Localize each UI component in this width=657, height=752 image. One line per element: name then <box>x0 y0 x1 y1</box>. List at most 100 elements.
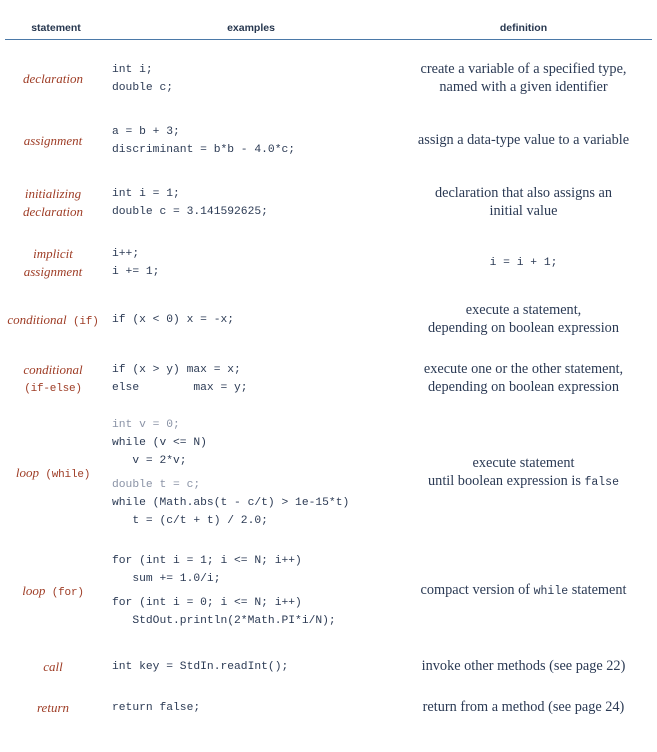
statement-code-token: (for) <box>45 586 84 599</box>
code-line: t = (c/t + t) / 2.0; <box>112 515 268 527</box>
examples-code-assignment: a = b + 3; discriminant = b*b - 4.0*c; <box>112 123 390 159</box>
examples-code-initializing-declaration: int i = 1; double c = 3.141592625; <box>112 185 390 221</box>
code-line: i += 1; <box>112 266 160 278</box>
examples-code-conditional-if: if (x < 0) x = -x; <box>112 311 390 329</box>
code-line: else max = y; <box>112 382 248 394</box>
examples-code-call: int key = StdIn.readInt(); <box>112 658 390 676</box>
code-line: double c = 3.141592625; <box>112 206 268 218</box>
code-line: StdOut.println(2*Math.PI*i/N); <box>112 615 336 627</box>
statement-code-token: (if) <box>66 315 99 328</box>
table-row: declaration int i; double c; create a varia… <box>0 48 657 110</box>
definition-code-token: while <box>533 585 569 599</box>
table-row: initializing declaration int i = 1; double … <box>0 172 657 234</box>
statement-keyword-line2: declaration <box>23 204 83 219</box>
statement-keyword: conditional <box>7 311 67 327</box>
statement-keyword: conditional <box>23 361 83 377</box>
code-line: for (int i = 0; i <= N; i++) <box>112 597 302 609</box>
code-line: sum += 1.0/i; <box>112 573 221 585</box>
table-row: loop (for) for (int i = 1; i <= N; i++) s… <box>0 536 657 646</box>
code-line: double t = c; <box>112 479 201 491</box>
definition-line: compact version of while statement <box>420 582 627 599</box>
statement-code-token-line2: (if-else) <box>24 383 82 396</box>
definition-line: create a variable of a specified type, <box>420 61 627 78</box>
definition-line: initial value <box>489 203 558 219</box>
code-line: discriminant = b*b - 4.0*c; <box>112 144 296 156</box>
statement-keyword: initializing <box>24 186 82 202</box>
table-row: call int key = StdIn.readInt(); invoke oth… <box>0 646 657 688</box>
examples-code-conditional-if-else: if (x > y) max = x; else max = y; <box>112 361 390 397</box>
definition-line: assign a data-type value to a variable <box>417 132 630 149</box>
definition-code-token: false <box>584 476 619 489</box>
code-line: while (Math.abs(t - c/t) > 1e-15*t) <box>112 497 350 509</box>
definition-line: declaration that also assigns an <box>434 185 613 202</box>
statement-keyword: return <box>36 700 70 716</box>
statement-label-assignment: assignment <box>0 132 112 150</box>
statement-keyword: loop <box>22 582 46 598</box>
definition-line: invoke other methods (see page 22) <box>421 658 626 675</box>
statement-label-return: return <box>0 699 112 717</box>
table-row: conditional (if) if (x < 0) x = -x; execut… <box>0 292 657 348</box>
definition-implicit-assignment: i = i + 1; <box>390 256 657 270</box>
code-line: int key = StdIn.readInt(); <box>112 661 289 673</box>
definition-call: invoke other methods (see page 22) <box>390 658 657 676</box>
statement-label-loop-while: loop (while) <box>0 464 112 483</box>
statement-label-initializing-declaration: initializing declaration <box>0 185 112 220</box>
definition-line: execute statement <box>472 455 575 472</box>
definition-return: return from a method (see page 24) <box>390 699 657 717</box>
header-divider-rule <box>5 39 652 40</box>
definition-line: until boolean expression is false <box>428 473 619 489</box>
statement-keyword: loop <box>15 464 39 480</box>
definition-line: execute one or the other statement, <box>423 361 624 378</box>
examples-code-return: return false; <box>112 699 390 717</box>
definition-line: i = i + 1; <box>489 257 558 269</box>
statement-code-token: (while) <box>38 468 91 481</box>
table-row: implicit assignment i++; i += 1; i = i + 1; <box>0 234 657 292</box>
statement-keyword: implicit <box>33 246 73 262</box>
table-header-row: statement examples definition <box>0 0 657 34</box>
statement-keyword: assignment <box>23 133 83 149</box>
code-line: double c; <box>112 82 174 94</box>
statement-keyword: call <box>43 659 63 675</box>
examples-code-implicit-assignment: i++; i += 1; <box>112 245 390 281</box>
table-row: conditional (if-else) if (x > y) max = x; e… <box>0 348 657 410</box>
code-line: for (int i = 1; i <= N; i++) <box>112 555 302 567</box>
code-line: if (x > y) max = x; <box>112 364 241 376</box>
table-row: assignment a = b + 3; discriminant = b*b -… <box>0 110 657 172</box>
examples-code-declaration: int i; double c; <box>112 61 390 97</box>
statement-keyword: declaration <box>23 71 83 87</box>
definition-line: execute a statement, <box>465 302 582 319</box>
code-line: return false; <box>112 702 201 714</box>
code-line: int i = 1; <box>112 188 180 200</box>
code-line: while (v <= N) <box>112 437 207 449</box>
statement-label-implicit-assignment: implicit assignment <box>0 245 112 280</box>
statement-label-conditional-if: conditional (if) <box>0 311 112 330</box>
definition-line: depending on boolean expression <box>428 379 619 395</box>
definition-assignment: assign a data-type value to a variable <box>390 132 657 150</box>
definition-conditional-if-else: execute one or the other statement, depen… <box>390 361 657 396</box>
definition-loop-while: execute statement until boolean expressio… <box>390 455 657 490</box>
statement-label-conditional-if-else: conditional (if-else) <box>0 361 112 397</box>
statement-keyword-line2: assignment <box>23 264 83 279</box>
code-line: a = b + 3; <box>112 126 180 138</box>
statement-label-declaration: declaration <box>0 70 112 88</box>
code-line: if (x < 0) x = -x; <box>112 314 235 326</box>
definition-conditional-if: execute a statement, depending on boolean… <box>390 302 657 337</box>
statements-reference-table: statement examples definition declaratio… <box>0 0 657 752</box>
code-line: i++; <box>112 248 140 260</box>
definition-loop-for: compact version of while statement <box>390 582 657 600</box>
definition-declaration: create a variable of a specified type, na… <box>390 61 657 96</box>
code-line: int v = 0; <box>112 419 180 431</box>
table-row: loop (while) int v = 0; while (v <= N) v =… <box>0 410 657 536</box>
definition-line: depending on boolean expression <box>428 320 619 336</box>
examples-code-loop-while: int v = 0; while (v <= N) v = 2*v; double … <box>112 416 390 530</box>
examples-code-loop-for: for (int i = 1; i <= N; i++) sum += 1.0/… <box>112 552 390 630</box>
definition-line: named with a given identifier <box>439 79 608 95</box>
code-line: int i; <box>112 64 153 76</box>
statement-label-loop-for: loop (for) <box>0 582 112 601</box>
column-header-definition: definition <box>499 22 548 34</box>
definition-line: return from a method (see page 24) <box>422 699 625 716</box>
statement-label-call: call <box>0 658 112 676</box>
table-body: declaration int i; double c; create a varia… <box>0 48 657 728</box>
column-header-statement: statement <box>31 22 81 34</box>
definition-initializing-declaration: declaration that also assigns an initial … <box>390 185 657 220</box>
